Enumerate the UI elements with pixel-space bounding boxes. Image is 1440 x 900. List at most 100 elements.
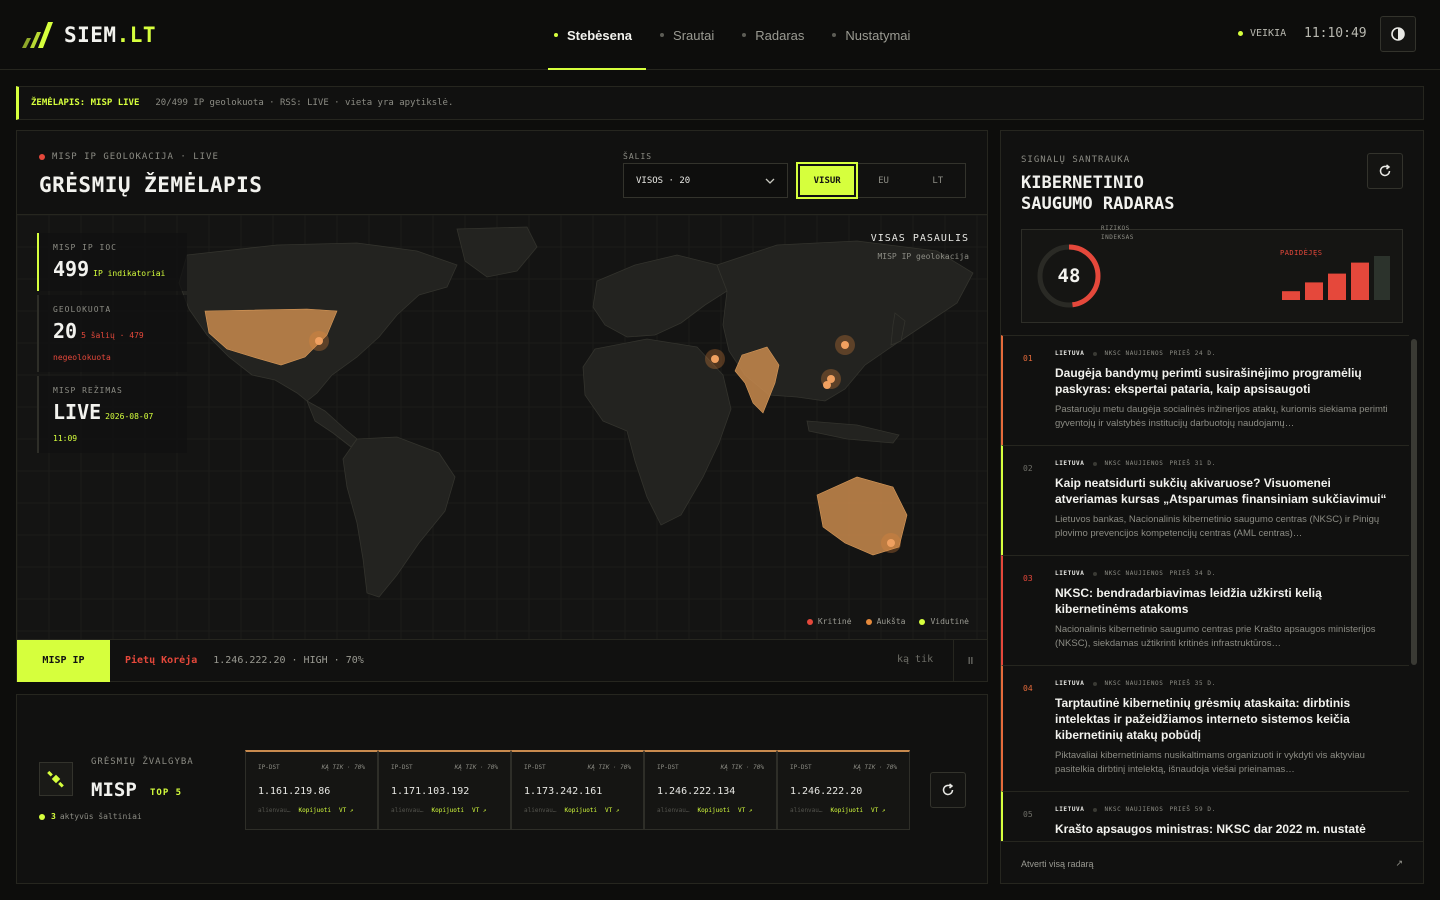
copy-link[interactable]: Kopijuoti (831, 807, 864, 814)
legend-critical: Kritinė (806, 617, 852, 626)
theme-toggle-button[interactable] (1380, 16, 1416, 52)
news-item[interactable]: 02 LIETUVA NKSC NAUJIENOS PRIEŠ 31 D. Kaip… (1001, 445, 1409, 555)
ioc-card[interactable]: IP-DST KĄ TIK · 70% 1.246.222.20 alienvau… (777, 750, 910, 830)
country-label: ŠALIS (623, 152, 653, 161)
copy-link[interactable]: Kopijuoti (299, 807, 332, 814)
virustotal-link[interactable]: VT ↗ (871, 807, 885, 814)
copy-link[interactable]: Kopijuoti (432, 807, 465, 814)
stat-geolocated: GEOLOKUOTA 20 5 šalių · 479 negeolokuota (37, 295, 187, 372)
risk-trend-bar (1282, 291, 1300, 300)
map-legend: Kritinė Aukšta Vidutinė (806, 617, 969, 626)
ioc-ip: 1.161.219.86 (258, 786, 331, 797)
ioc-card[interactable]: IP-DST KĄ TIK · 70% 1.171.103.192 alienva… (378, 750, 511, 830)
legend-high: Aukšta (865, 617, 905, 626)
ioc-cards: IP-DST KĄ TIK · 70% 1.161.219.86 alienvau… (245, 750, 910, 830)
nav-item-srautai[interactable]: Srautai (646, 0, 728, 70)
stat-mode: MISP REŽIMAS LIVE 2026-08-07 11:09 (37, 376, 187, 453)
nav-item-stebesena[interactable]: Stebėsena (540, 0, 647, 70)
pause-button[interactable]: II (953, 640, 987, 682)
nav-dot-icon (554, 33, 558, 37)
africa-shape (582, 338, 732, 526)
news-item[interactable]: 01 LIETUVA NKSC NAUJIENOS PRIEŠ 24 D. Daug… (1001, 335, 1409, 445)
ticker-label: ŽEMĖLAPIS: MISP LIVE (31, 98, 140, 108)
europe-shape (592, 254, 728, 338)
ioc-card[interactable]: IP-DST KĄ TIK · 70% 1.173.242.161 alienva… (511, 750, 644, 830)
map-stats: MISP IP IOC 499 IP indikatoriai GEOLOKUOT… (37, 233, 187, 457)
nav-item-nustatymai[interactable]: Nustatymai (818, 0, 924, 70)
external-link-icon: ↗ (1395, 858, 1403, 868)
risk-index-box: RIZIKOS INDEKSAS 48 PADIDĖJĘS (1021, 225, 1403, 323)
intel-eyebrow: GRĖSMIŲ ŽVALGYBA (91, 757, 194, 767)
scope-lt-button[interactable]: LT (911, 164, 965, 197)
intel-sources: 3 aktyvūs šaltiniai (39, 812, 142, 821)
system-status: VEIKIA (1238, 28, 1286, 39)
risk-trend-bar (1328, 273, 1346, 300)
ioc-ip: 1.173.242.161 (524, 786, 603, 797)
risk-label: RIZIKOS INDEKSAS (1101, 225, 1134, 241)
risk-value: 48 (1057, 265, 1081, 287)
logo-text[interactable]: SIEM.LT (64, 23, 156, 47)
ioc-ip: 1.246.222.20 (790, 786, 863, 797)
news-list: 01 LIETUVA NKSC NAUJIENOS PRIEŠ 24 D. Daug… (1001, 335, 1409, 841)
virustotal-link[interactable]: VT ↗ (472, 807, 486, 814)
status-dot-icon (1238, 31, 1243, 36)
ioc-ip: 1.246.222.134 (657, 786, 736, 797)
copy-link[interactable]: Kopijuoti (698, 807, 731, 814)
satellite-icon (39, 762, 73, 796)
risk-trend-bar (1305, 282, 1323, 300)
indonesia-shape (806, 420, 900, 444)
radar-eyebrow: SIGNALŲ SANTRAUKA (1021, 155, 1131, 165)
feed-info: 1.246.222.20 · HIGH · 70% (213, 655, 364, 666)
ticker-bar: ŽEMĖLAPIS: MISP LIVE 20/499 IP geolokuot… (16, 86, 1424, 120)
radar-title: KIBERNETINIO SAUGUMO RADARAS (1021, 173, 1175, 214)
contrast-icon (1391, 27, 1405, 41)
ticker-text: 20/499 IP geolokuota · RSS: LIVE · vieta… (155, 98, 454, 108)
world-map-shapes (178, 226, 974, 598)
clock: 11:10:49 (1304, 26, 1367, 41)
news-item[interactable]: 03 LIETUVA NKSC NAUJIENOS PRIEŠ 34 D. NKSC… (1001, 555, 1409, 665)
radar-refresh-button[interactable] (1367, 153, 1403, 189)
map-header: MISP IP GEOLOKACIJA · LIVE GRĖSMIŲ ŽEMĖL… (17, 131, 987, 215)
map-title: GRĖSMIŲ ŽEMĖLAPIS (39, 173, 263, 197)
news-item[interactable]: 05 LIETUVA NKSC NAUJIENOS PRIEŠ 59 D. Kraš… (1001, 791, 1409, 841)
country-select[interactable]: VISOS · 20 (623, 163, 788, 198)
nav-dot-icon (832, 33, 837, 37)
feed-time: ką tik (897, 654, 934, 665)
risk-trend-bar (1374, 256, 1390, 300)
world-label: VISAS PASAULIS MISP IP geolokacija (870, 233, 969, 261)
chevron-down-icon (765, 178, 775, 184)
greenland-shape (456, 226, 538, 278)
ioc-card[interactable]: IP-DST KĄ TIK · 70% 1.246.222.134 alienva… (644, 750, 777, 830)
world-map[interactable]: MISP IP IOC 499 IP indikatoriai GEOLOKUOT… (17, 215, 987, 639)
virustotal-link[interactable]: VT ↗ (339, 807, 353, 814)
risk-trend-bars (1282, 256, 1390, 300)
scope-visur-button[interactable]: VISUR (795, 162, 859, 199)
refresh-icon (1379, 164, 1391, 177)
copy-link[interactable]: Kopijuoti (565, 807, 598, 814)
virustotal-link[interactable]: VT ↗ (605, 807, 619, 814)
live-feed-bar: MISP IP Pietų Korėja 1.246.222.20 · HIGH… (17, 639, 987, 682)
top-header: SIEM.LT Stebėsena Srautai Radaras Nustat… (0, 0, 1440, 70)
nav-item-radaras[interactable]: Radaras (728, 0, 818, 70)
cyber-radar-panel: SIGNALŲ SANTRAUKA KIBERNETINIO SAUGUMO RA… (1000, 130, 1424, 884)
south-america-shape (342, 436, 456, 598)
scope-toggle: VISUR EU LT (795, 162, 966, 199)
stat-ioc: MISP IP IOC 499 IP indikatoriai (37, 233, 187, 291)
india-highlight (734, 346, 780, 414)
news-scrollbar[interactable] (1411, 339, 1417, 665)
sources-dot-icon (39, 813, 45, 820)
virustotal-link[interactable]: VT ↗ (738, 807, 752, 814)
main-nav: Stebėsena Srautai Radaras Nustatymai (540, 0, 924, 70)
ioc-card[interactable]: IP-DST KĄ TIK · 70% 1.161.219.86 alienvau… (245, 750, 378, 830)
scope-eu-button[interactable]: EU (856, 164, 910, 197)
feed-country: Pietų Korėja (125, 655, 198, 666)
map-eyebrow: MISP IP GEOLOKACIJA · LIVE (39, 152, 219, 162)
legend-medium: Vidutinė (919, 617, 969, 626)
news-item[interactable]: 04 LIETUVA NKSC NAUJIENOS PRIEŠ 35 D. Tarp… (1001, 665, 1409, 791)
pause-icon: II (967, 655, 974, 667)
feed-tag: MISP IP (17, 639, 110, 682)
radar-footer-link[interactable]: Atverti visą radarą ↗ (1001, 841, 1423, 883)
central-america-shape (306, 400, 358, 448)
intel-refresh-button[interactable] (930, 772, 966, 808)
ioc-ip: 1.171.103.192 (391, 786, 470, 797)
